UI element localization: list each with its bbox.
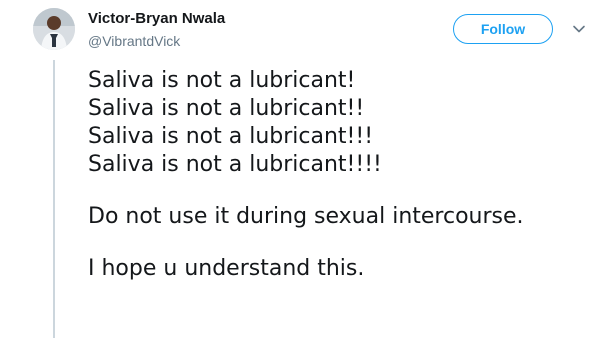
- author-handle[interactable]: @VibrantdVick: [88, 33, 180, 49]
- author-name[interactable]: Victor-Bryan Nwala: [88, 10, 225, 27]
- tweet-card: Victor-Bryan Nwala @VibrantdVick Follow …: [0, 0, 615, 338]
- chevron-down-icon: [573, 25, 585, 33]
- tweet-text: Saliva is not a lubricant! Saliva is not…: [88, 67, 598, 283]
- more-options-button[interactable]: [572, 22, 586, 36]
- follow-button[interactable]: Follow: [453, 14, 553, 44]
- tweet-line: Saliva is not a lubricant!!: [88, 96, 365, 121]
- tweet-line: Saliva is not a lubricant!: [88, 68, 356, 93]
- tweet-line: Saliva is not a lubricant!!!!: [88, 152, 382, 177]
- tweet-line: I hope u understand this.: [88, 256, 365, 281]
- thread-line: [53, 60, 55, 338]
- tweet-line: Do not use it during sexual intercourse.: [88, 204, 524, 229]
- avatar-photo-icon: [33, 8, 75, 50]
- tweet-line: Saliva is not a lubricant!!!: [88, 124, 374, 149]
- avatar[interactable]: [33, 8, 75, 50]
